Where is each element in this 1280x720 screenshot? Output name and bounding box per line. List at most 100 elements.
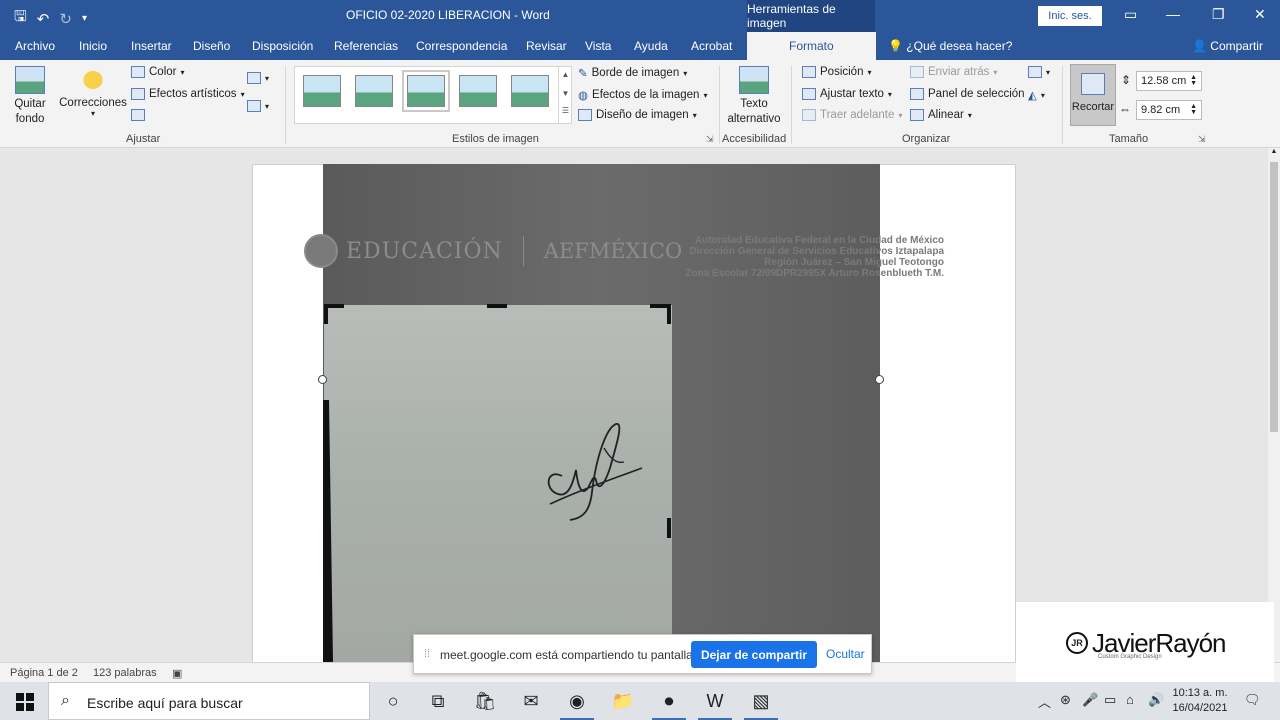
crop-handle-top-right-v[interactable]	[667, 304, 671, 324]
cortana-icon[interactable]: ○	[380, 689, 406, 713]
picture-style-4[interactable]	[459, 75, 497, 107]
network-icon[interactable]: ⌂	[1126, 692, 1134, 707]
crop-handle-top[interactable]	[487, 304, 507, 308]
color-button[interactable]: Color ▾	[131, 66, 185, 78]
crop-handle-left[interactable]	[324, 518, 328, 538]
more-icon[interactable]: ☰	[559, 104, 572, 115]
stop-sharing-button[interactable]: Dejar de compartir	[691, 641, 817, 668]
save-icon[interactable]: 🖫	[14, 6, 27, 31]
customize-qat-icon[interactable]: ▾	[82, 13, 87, 24]
position-button[interactable]: Posición ▾	[802, 66, 871, 78]
close-icon[interactable]: ✕	[1254, 6, 1266, 23]
resize-handle-right[interactable]	[875, 375, 884, 384]
store-icon[interactable]: 🛍	[472, 689, 498, 713]
resize-handle-left[interactable]	[318, 375, 327, 384]
file-explorer-icon[interactable]: 📁	[610, 689, 636, 713]
picture-style-2[interactable]	[355, 75, 393, 107]
artistic-effects-button[interactable]: Efectos artísticos ▾	[131, 88, 245, 100]
tell-me-search[interactable]: 💡 ¿Qué desea hacer?	[888, 39, 1012, 53]
chevron-up-icon[interactable]: ︿	[1038, 692, 1051, 711]
selection-pane-button[interactable]: Panel de selección	[910, 88, 1025, 100]
spinner-icon[interactable]: ▲ ▼	[1190, 103, 1197, 116]
clock-time: 10:13 a. m.	[1172, 687, 1228, 699]
mail-icon[interactable]: ✉	[518, 689, 544, 713]
undo-icon[interactable]: ↶	[37, 10, 50, 28]
tab-diseno[interactable]: Diseño	[193, 39, 230, 53]
battery-icon[interactable]: ▭	[1104, 692, 1116, 708]
tab-revisar[interactable]: Revisar	[526, 39, 567, 53]
word-icon[interactable]: W	[698, 689, 732, 720]
microphone-icon[interactable]: 🎤	[1082, 692, 1098, 708]
chevron-down-icon: ▾	[683, 68, 688, 78]
hide-button[interactable]: Ocultar	[826, 647, 865, 661]
bring-forward-button[interactable]: Traer adelante ▾	[802, 109, 902, 121]
tab-referencias[interactable]: Referencias	[334, 39, 398, 53]
scroll-thumb[interactable]	[1270, 162, 1278, 432]
picture-border-button[interactable]: ✎ Borde de imagen ▾	[578, 66, 687, 80]
picture-style-5[interactable]	[511, 75, 549, 107]
alt-text-button[interactable]: Texto alternativo	[726, 66, 782, 127]
word-count[interactable]: 123 palabras	[93, 667, 157, 679]
system-clock[interactable]: 10:13 a. m. 16/04/2021	[1170, 686, 1230, 716]
volume-icon[interactable]: 🔊	[1148, 692, 1164, 708]
tab-ayuda[interactable]: Ayuda	[634, 39, 668, 53]
picture-layout-button[interactable]: Diseño de imagen ▾	[578, 109, 697, 121]
windows-start-icon[interactable]	[16, 693, 34, 711]
crop-handle-top-left-v[interactable]	[324, 304, 328, 324]
gallery-scroll[interactable]: ▲ ▼ ☰	[558, 66, 572, 124]
picture-style-1[interactable]	[303, 75, 341, 107]
chevron-up-icon[interactable]: ▲	[559, 66, 572, 85]
task-view-icon[interactable]: ⧉	[425, 689, 451, 713]
tab-insertar[interactable]: Insertar	[131, 39, 172, 53]
notifications-icon[interactable]: 🗨	[1244, 692, 1261, 708]
align-button[interactable]: Alinear ▾	[910, 109, 972, 121]
tab-vista[interactable]: Vista	[585, 39, 611, 53]
spinner-icon[interactable]: ▲ ▼	[1190, 74, 1197, 87]
redo-icon[interactable]: ↻	[59, 10, 72, 28]
chevron-down-icon: ▾	[898, 110, 903, 120]
tab-acrobat[interactable]: Acrobat	[691, 39, 732, 53]
tab-archivo[interactable]: Archivo	[15, 39, 55, 53]
remove-background-button[interactable]: Quitar fondo	[10, 66, 50, 127]
tab-inicio[interactable]: Inicio	[79, 39, 107, 53]
page-count[interactable]: Página 1 de 2	[10, 667, 78, 679]
send-backward-button[interactable]: Enviar atrás ▾	[910, 66, 997, 78]
crop-handle-right[interactable]	[667, 518, 671, 538]
maximize-icon[interactable]: ❐	[1212, 6, 1225, 23]
reset-picture-button[interactable]: ▾	[247, 100, 269, 112]
photos-icon[interactable]: ▧	[744, 689, 778, 720]
height-field[interactable]: 12.58 cm ▲ ▼	[1136, 71, 1202, 91]
recorder-icon[interactable]: ⏺	[652, 689, 686, 720]
change-picture-button[interactable]: ▾	[247, 72, 269, 84]
proofing-icon[interactable]: ▣	[172, 667, 182, 680]
tab-disposicion[interactable]: Disposición	[252, 39, 313, 53]
rotate-button[interactable]: ◭ ▾	[1028, 88, 1045, 102]
remove-background-label: Quitar fondo	[14, 98, 46, 125]
chrome-icon[interactable]: ◉	[560, 689, 594, 720]
chevron-down-icon: ▾	[265, 101, 270, 111]
drag-handle-icon[interactable]: ⁞⁞	[424, 648, 430, 660]
ribbon-display-icon[interactable]: ▭	[1124, 6, 1137, 23]
minimize-icon[interactable]: —	[1166, 6, 1180, 22]
chevron-down-icon[interactable]: ▼	[559, 85, 572, 104]
recording-icon[interactable]: ⊛	[1060, 692, 1071, 708]
tab-formato[interactable]: Formato	[747, 32, 876, 60]
dialog-launcher-icon[interactable]: ⇲	[706, 134, 714, 145]
scroll-up-icon[interactable]: ▲	[1268, 148, 1280, 155]
width-field[interactable]: 9.82 cm ▲ ▼	[1136, 100, 1202, 120]
sign-in-button[interactable]: Inic. ses.	[1038, 6, 1102, 26]
corrections-button[interactable]: Correcciones ▾	[58, 66, 128, 118]
picture-tools-context: Herramientas de imagen	[747, 0, 875, 32]
crop-button[interactable]: Recortar	[1070, 64, 1116, 126]
wrap-text-button[interactable]: Ajustar texto ▾	[802, 88, 892, 100]
share-button[interactable]: 👤 Compartir	[1192, 39, 1263, 53]
group-button[interactable]: ▾	[1028, 66, 1050, 78]
width-icon: ⇔	[1119, 102, 1131, 116]
taskbar-search[interactable]: ⌕ Escribe aquí para buscar	[48, 682, 370, 720]
dialog-launcher-icon[interactable]: ⇲	[1198, 134, 1206, 145]
picture-effects-button[interactable]: ◍ Efectos de la imagen ▾	[578, 88, 707, 102]
tab-correspondencia[interactable]: Correspondencia	[416, 39, 507, 53]
picture-style-3[interactable]	[402, 70, 450, 112]
vertical-scrollbar[interactable]: ▲	[1268, 148, 1280, 662]
compress-pictures-button[interactable]	[131, 109, 145, 121]
